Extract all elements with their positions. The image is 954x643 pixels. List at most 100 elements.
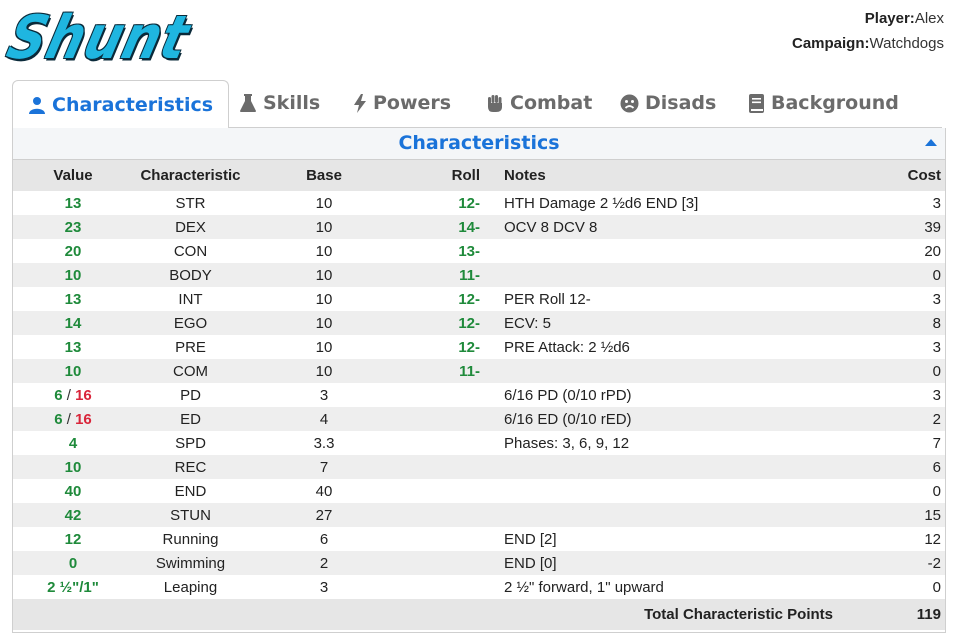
cell-characteristic: Leaping	[163, 578, 218, 596]
value-current: 0	[68, 554, 78, 572]
cell-roll: 11-	[400, 263, 504, 287]
value-max: 16	[75, 410, 92, 428]
table-row: 12 Running 6 END [2] 12	[13, 527, 945, 551]
tab-characteristics[interactable]: Characteristics	[12, 80, 230, 129]
cell-base: 10	[315, 338, 333, 356]
table-row: 10 REC 7 6	[13, 455, 945, 479]
cell-cost: 39	[851, 215, 945, 239]
cell-cost: 3	[932, 194, 941, 212]
cell-roll: 14-	[400, 215, 504, 239]
value-current: 10	[64, 362, 82, 380]
cell-base: 27	[248, 503, 400, 527]
cell-cost: 15	[851, 503, 945, 527]
value-separator: /	[62, 386, 76, 404]
tab-label: Powers	[373, 92, 452, 114]
table-row: 23 DEX 10 14- OCV 8 DCV 8 39	[13, 215, 945, 239]
cell-value[interactable]: 10	[13, 359, 133, 383]
cell-roll	[400, 527, 504, 551]
cell-notes: END [0]	[504, 551, 851, 575]
cell-value[interactable]: 40	[13, 479, 133, 503]
col-roll: Roll	[400, 160, 504, 191]
panel-header[interactable]: Characteristics	[13, 128, 945, 160]
col-cost: Cost	[851, 160, 945, 191]
tab-disads[interactable]: Disads	[620, 80, 716, 126]
cell-value[interactable]: 13	[13, 335, 133, 359]
table-row: 0 Swimming 2 END [0] -2	[13, 551, 945, 575]
cell-cost: -2	[851, 551, 945, 575]
value-current: 40	[64, 482, 82, 500]
cell-cost: 20	[924, 242, 941, 260]
campaign-line: Campaign:Watchdogs	[792, 31, 944, 56]
tab-combat[interactable]: Combat	[486, 80, 592, 126]
value-current: 13	[64, 290, 82, 308]
table-row: 10 COM 10 11- 0	[13, 359, 945, 383]
cell-roll: 12-	[458, 338, 480, 356]
cell-characteristic: STR	[175, 194, 206, 212]
tab-label: Combat	[510, 92, 593, 114]
cell-value[interactable]: 10	[13, 263, 133, 287]
cell-notes: OCV 8 DCV 8	[504, 215, 851, 239]
cell-characteristic: END	[174, 482, 207, 500]
cell-cost: 0	[932, 578, 941, 596]
cell-base: 3	[319, 386, 329, 404]
tab-powers[interactable]: Powers	[353, 80, 451, 126]
value-current: 10	[64, 458, 82, 476]
cell-base: 7	[248, 455, 400, 479]
cell-roll	[400, 431, 504, 455]
cell-notes	[504, 455, 851, 479]
cell-characteristic: REC	[133, 455, 248, 479]
tab-skills[interactable]: Skills	[239, 80, 320, 126]
table-row: 4 SPD 3.3 Phases: 3, 6, 9, 12 7	[13, 431, 945, 455]
value-current: 10	[64, 266, 82, 284]
player-line: Player:Alex	[792, 6, 944, 31]
cell-cost: 12	[924, 530, 941, 548]
cell-cost: 7	[932, 434, 941, 452]
cell-roll: 13-	[458, 242, 480, 260]
table-row: 10 BODY 10 11- 0	[13, 263, 945, 287]
collapse-caret-icon[interactable]	[925, 139, 937, 146]
cell-base: 3	[319, 578, 329, 596]
cell-roll	[400, 503, 504, 527]
cell-value[interactable]: 4	[13, 431, 133, 455]
cell-value[interactable]: 12	[13, 527, 133, 551]
cell-roll	[400, 407, 504, 431]
cell-base: 10	[248, 263, 400, 287]
cell-value[interactable]: 6 / 16	[13, 383, 133, 407]
value-separator: /	[62, 410, 76, 428]
player-name: Alex	[914, 10, 944, 27]
value-current: 23	[64, 218, 82, 236]
cell-base: 10	[315, 290, 333, 308]
cell-notes: 6/16 PD (0/10 rPD)	[504, 386, 632, 404]
campaign-name: Watchdogs	[869, 35, 944, 52]
cell-value[interactable]: 10	[13, 455, 133, 479]
cell-value[interactable]: 42	[13, 503, 133, 527]
user-icon	[28, 96, 46, 114]
cell-characteristic: COM	[133, 359, 248, 383]
value-current: 6	[54, 410, 63, 428]
cell-value[interactable]: 6 / 16	[13, 407, 133, 431]
cell-cost: 0	[932, 482, 941, 500]
cell-roll: 12-	[458, 290, 480, 308]
cell-cost: 8	[851, 311, 945, 335]
cell-notes: 6/16 ED (0/10 rED)	[504, 407, 851, 431]
cell-base: 10	[248, 311, 400, 335]
cell-value[interactable]: 23	[13, 215, 133, 239]
cell-value[interactable]: 2 ½"/1"	[13, 575, 133, 599]
cell-value[interactable]: 14	[13, 311, 133, 335]
cell-value[interactable]: 13	[13, 191, 133, 215]
col-notes: Notes	[504, 160, 851, 191]
cell-value[interactable]: 20	[13, 239, 133, 263]
cell-roll	[400, 455, 504, 479]
value-current: 4	[68, 434, 78, 452]
cell-value[interactable]: 0	[13, 551, 133, 575]
total-row: Total Characteristic Points 119	[13, 599, 945, 630]
tab-background[interactable]: Background	[748, 80, 899, 126]
cell-notes	[504, 359, 851, 383]
cell-characteristic: INT	[178, 290, 203, 308]
player-label: Player:	[864, 10, 915, 27]
cell-value[interactable]: 13	[13, 287, 133, 311]
tab-bar: Characteristics Skills Powers Combat Dis…	[12, 80, 942, 129]
cell-notes	[504, 503, 851, 527]
cell-notes: PRE Attack: 2 ½d6	[504, 338, 630, 356]
cell-cost: 3	[932, 338, 941, 356]
